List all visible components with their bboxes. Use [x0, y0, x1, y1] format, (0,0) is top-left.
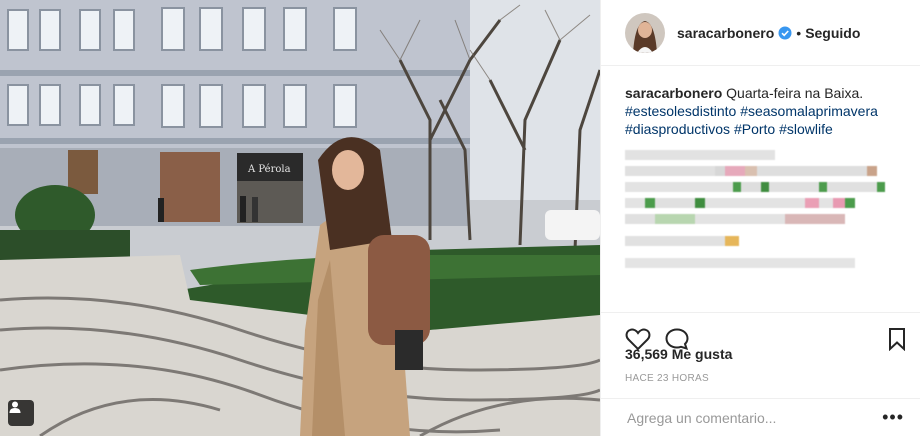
caption-username[interactable]: saracarbonero: [625, 85, 722, 101]
hashtag-link[interactable]: #Porto: [734, 121, 775, 137]
caption: saracarbonero Quarta-feira na Baixa. #es…: [625, 84, 904, 274]
caption-text: Quarta-feira na Baixa.: [726, 85, 864, 101]
post-sidebar: saracarbonero • Seguido saracarbonero Qu…: [600, 0, 920, 436]
likes-label: Me gusta: [671, 346, 733, 362]
comment-bar: •••: [601, 398, 920, 437]
likes-number: 36,569: [625, 346, 668, 362]
hashtag-line-2: #diasproductivos #Porto #slowlife: [625, 120, 904, 138]
comment-input[interactable]: [625, 409, 869, 427]
photo-scene: A Pérola: [0, 0, 600, 436]
svg-text:A Pérola: A Pérola: [247, 164, 291, 175]
tagged-users-button[interactable]: [8, 400, 34, 426]
instagram-post: A Pérola saracarbonero • Seguido saracar…: [0, 0, 920, 436]
follow-status-button[interactable]: Seguido: [805, 25, 860, 41]
post-photo[interactable]: A Pérola: [0, 0, 600, 436]
user-icon: [9, 401, 21, 413]
bookmark-icon[interactable]: [886, 327, 908, 356]
caption-line: saracarbonero Quarta-feira na Baixa.: [625, 84, 904, 102]
verified-badge-icon: [778, 26, 792, 40]
avatar-image: [625, 12, 665, 53]
avatar[interactable]: [625, 12, 665, 53]
hashtag-link[interactable]: #seasomalaprimavera: [740, 103, 878, 119]
header-username[interactable]: saracarbonero: [677, 25, 774, 41]
hashtag-link[interactable]: #slowlife: [779, 121, 833, 137]
pixelated-comments: [625, 150, 904, 268]
post-timestamp[interactable]: HACE 23 HORAS: [625, 373, 709, 384]
action-bar: [601, 312, 920, 352]
hashtag-link[interactable]: #diasproductivos: [625, 121, 730, 137]
hashtag-line-1: #estesolesdistinto #seasomalaprimavera: [625, 102, 904, 120]
post-header: saracarbonero • Seguido: [601, 0, 920, 66]
header-separator: •: [796, 24, 802, 41]
more-options-button[interactable]: •••: [882, 407, 904, 428]
likes-count[interactable]: 36,569 Me gusta: [625, 346, 732, 362]
hashtag-link[interactable]: #estesolesdistinto: [625, 103, 736, 119]
